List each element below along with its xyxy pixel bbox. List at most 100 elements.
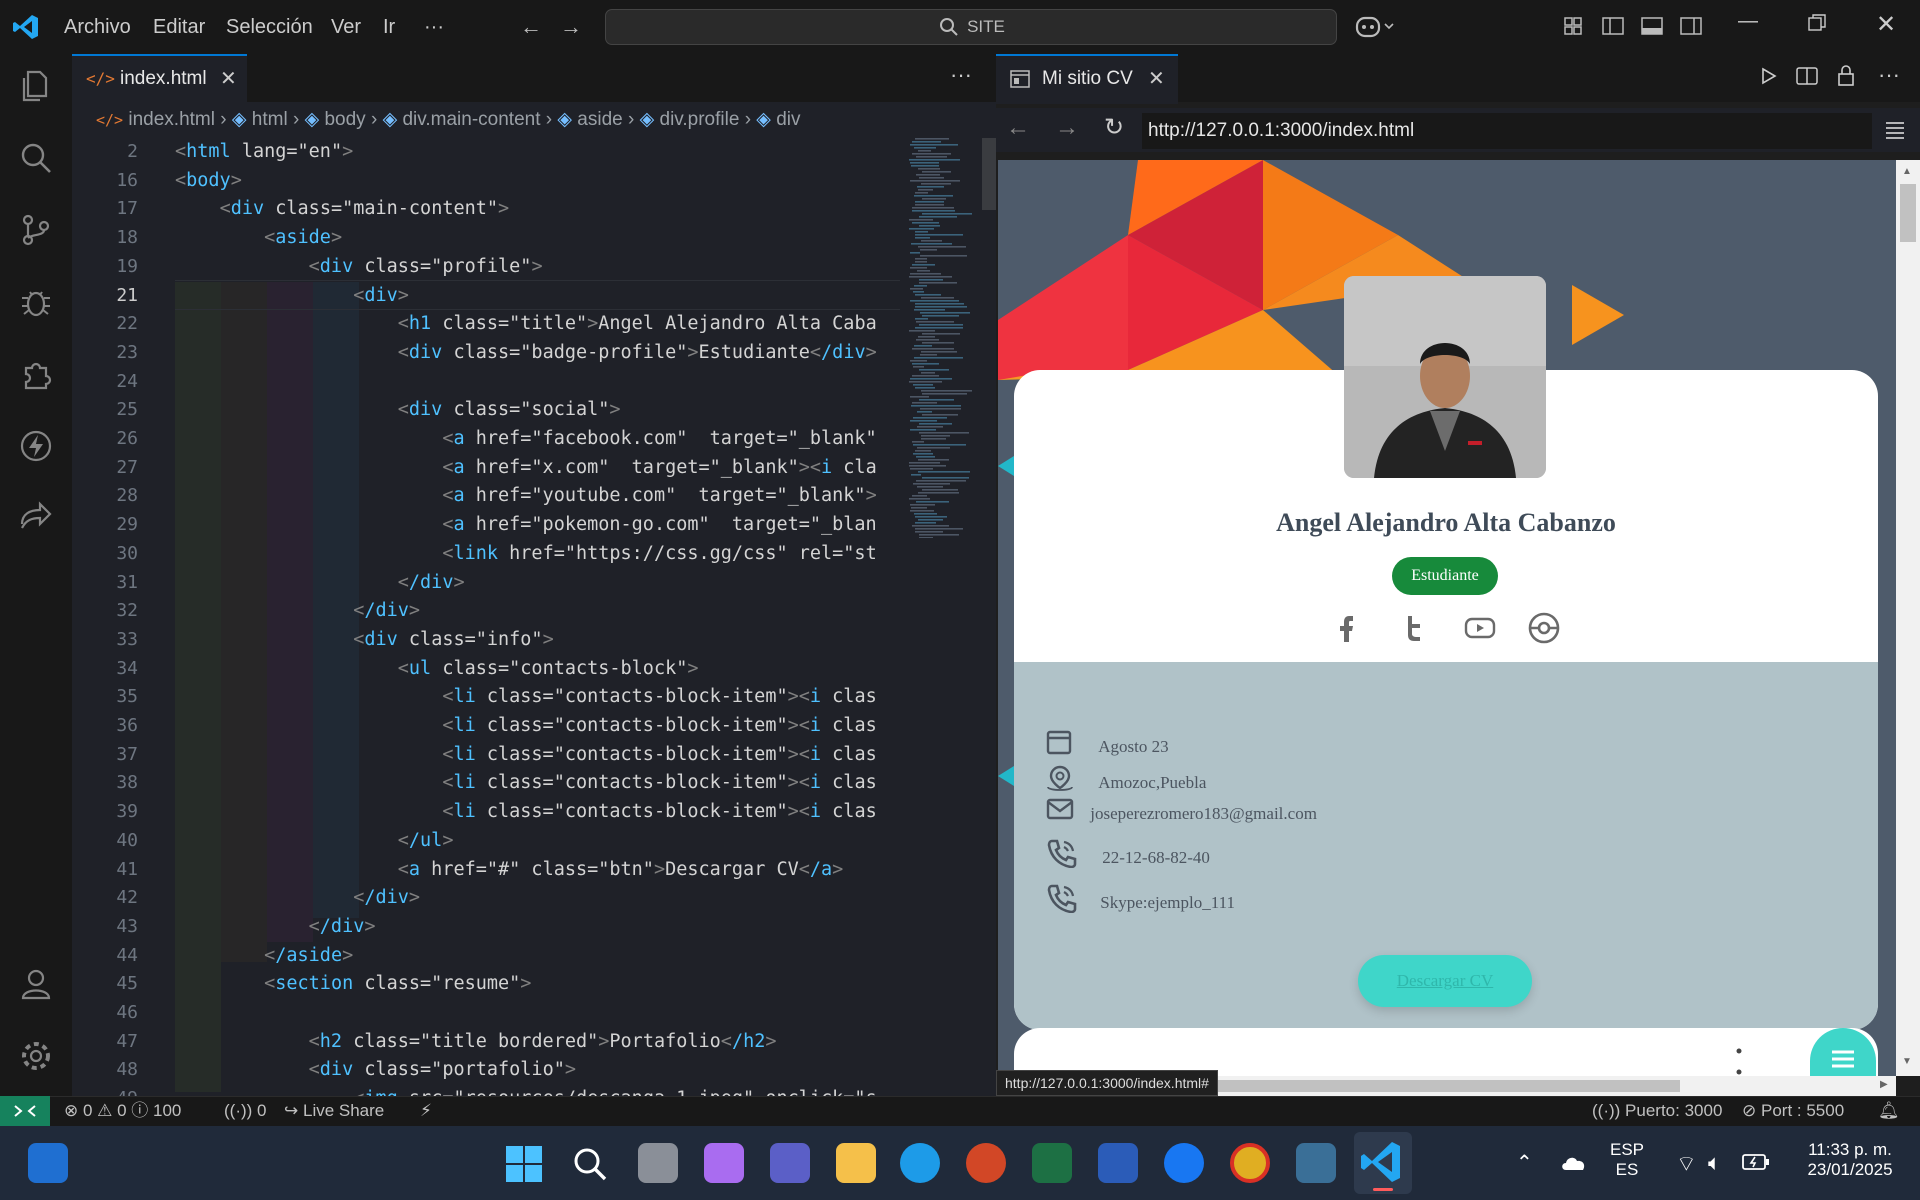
breadcrumb-item[interactable]: div xyxy=(776,109,800,130)
problems-indicator[interactable]: ⊗ 0 ⚠ 0 ⓘ 100 xyxy=(64,1096,181,1126)
toggle-primary-sidebar-icon[interactable] xyxy=(1602,16,1624,36)
menu-ver[interactable]: Ver xyxy=(331,0,361,54)
code-line[interactable]: <div class="social"> xyxy=(175,396,900,425)
search-taskbar-icon[interactable] xyxy=(572,1146,608,1182)
menu-fab-button[interactable] xyxy=(1810,1028,1876,1076)
code-line[interactable]: </div> xyxy=(175,913,900,942)
pokemon-icon[interactable] xyxy=(1528,612,1560,644)
code-line[interactable]: <li class="contacts-block-item"><i clas xyxy=(175,741,900,770)
close-tab-icon[interactable]: ✕ xyxy=(220,66,237,91)
download-cv-button[interactable]: Descargar CV xyxy=(1358,955,1532,1007)
onedrive-icon[interactable] xyxy=(1560,1152,1588,1172)
file-explorer-icon[interactable] xyxy=(836,1143,876,1183)
puerto-indicator[interactable]: ((·)) Puerto: 3000 xyxy=(1592,1096,1722,1126)
run-icon[interactable] xyxy=(1758,66,1778,86)
file-app-icon[interactable] xyxy=(28,1143,68,1183)
code-line[interactable]: <a href="x.com" target="_blank"><i cla xyxy=(175,454,900,483)
breadcrumb-item[interactable]: aside xyxy=(577,109,622,130)
reload-icon[interactable]: ↻ xyxy=(1104,113,1124,142)
code-line[interactable]: <aside> xyxy=(175,224,900,253)
code-line[interactable]: <html lang="en"> xyxy=(175,138,900,167)
edge-icon[interactable] xyxy=(900,1143,940,1183)
chrome-icon[interactable] xyxy=(1230,1143,1270,1183)
tab-index-html[interactable]: </> index.html ✕ xyxy=(72,54,247,104)
source-control-icon[interactable] xyxy=(18,212,54,248)
copilot-app-icon[interactable] xyxy=(704,1143,744,1183)
code-line[interactable]: <div class="portafolio"> xyxy=(175,1056,900,1085)
code-line[interactable]: <li class="contacts-block-item"><i clas xyxy=(175,712,900,741)
forward-arrow-icon[interactable]: → xyxy=(560,14,582,40)
code-line[interactable]: </aside> xyxy=(175,942,900,971)
settings-gear-icon[interactable] xyxy=(18,1038,54,1074)
facebook-icon[interactable] xyxy=(1334,612,1358,642)
close-tab-icon[interactable]: ✕ xyxy=(1148,66,1165,91)
live-share-activity-icon[interactable] xyxy=(18,500,54,536)
run-debug-icon[interactable] xyxy=(18,284,54,320)
start-icon[interactable] xyxy=(506,1146,542,1182)
code-line[interactable]: <a href="youtube.com" target="_blank"> xyxy=(175,482,900,511)
teams-icon[interactable] xyxy=(770,1143,810,1183)
thunder-client-icon[interactable] xyxy=(18,428,54,464)
menu-ir[interactable]: Ir xyxy=(383,0,395,54)
split-editor-icon[interactable] xyxy=(1796,66,1818,86)
code-line[interactable]: <div class="main-content"> xyxy=(175,195,900,224)
code-line[interactable]: </ul> xyxy=(175,827,900,856)
thunder-status-icon[interactable]: ⚡ xyxy=(420,1096,432,1126)
code-line[interactable]: <div class="badge-profile">Estudiante</d… xyxy=(175,339,900,368)
accounts-icon[interactable] xyxy=(18,966,54,1002)
command-search[interactable]: SITE xyxy=(605,9,1337,45)
code-line[interactable]: <h2 class="title bordered">Portafolio</h… xyxy=(175,1028,900,1057)
breadcrumb-item[interactable]: div.profile xyxy=(660,109,740,130)
youtube-icon[interactable] xyxy=(1464,616,1496,640)
code-line[interactable]: <div class="profile"> xyxy=(175,253,900,282)
task-view-icon[interactable] xyxy=(638,1143,678,1183)
code-line[interactable]: <div class="info"> xyxy=(175,626,900,655)
mysql-workbench-icon[interactable] xyxy=(1296,1143,1336,1183)
close-window-icon[interactable]: ✕ xyxy=(1876,10,1896,39)
lock-icon[interactable] xyxy=(1836,64,1856,86)
toggle-secondary-sidebar-icon[interactable] xyxy=(1680,16,1702,36)
twitter-icon[interactable] xyxy=(1402,614,1426,642)
back-arrow-icon[interactable]: ← xyxy=(520,14,542,40)
browser-forward-icon[interactable]: → xyxy=(1055,114,1079,142)
extensions-icon[interactable] xyxy=(18,356,54,392)
preview-more-actions-icon[interactable]: ··· xyxy=(1878,62,1900,88)
breadcrumb-item[interactable]: html xyxy=(252,109,288,130)
powerpoint-icon[interactable] xyxy=(966,1143,1006,1183)
volume-icon[interactable]: 🔈︎ xyxy=(1708,1150,1721,1176)
search-activity-icon[interactable] xyxy=(18,140,54,176)
page-scrollbar-vertical[interactable]: ▲ ▼ xyxy=(1896,160,1920,1076)
url-field[interactable]: http://127.0.0.1:3000/index.html xyxy=(1142,113,1872,149)
breadcrumb-item[interactable]: index.html xyxy=(128,109,215,130)
code-line[interactable] xyxy=(175,368,900,397)
editor-scrollbar[interactable] xyxy=(982,138,996,210)
browser-back-icon[interactable]: ← xyxy=(1006,114,1030,142)
language-indicator[interactable]: ESP ES xyxy=(1610,1140,1644,1180)
breadcrumb-item[interactable]: div.main-content xyxy=(402,109,540,130)
code-line[interactable] xyxy=(175,999,900,1028)
live-share-button[interactable]: ↪ Live Share xyxy=(284,1096,384,1126)
code-line[interactable]: <a href="facebook.com" target="_blank" xyxy=(175,425,900,454)
tab-mi-sitio-cv[interactable]: Mi sitio CV ✕ xyxy=(996,54,1178,104)
vscode-taskbar-active[interactable] xyxy=(1354,1132,1412,1194)
code-line[interactable]: <ul class="contacts-block"> xyxy=(175,655,900,684)
remote-indicator-icon[interactable] xyxy=(0,1096,50,1127)
code-line[interactable]: <section class="resume"> xyxy=(175,970,900,999)
wifi-icon[interactable]: ⌔ xyxy=(1676,1150,1697,1178)
battery-icon[interactable] xyxy=(1742,1153,1770,1171)
notifications-bell-icon[interactable]: 🔔︎ xyxy=(1878,1096,1900,1126)
toggle-panel-icon[interactable] xyxy=(1641,16,1663,36)
code-line[interactable]: <body> xyxy=(175,167,900,196)
editor-more-actions-icon[interactable]: ··· xyxy=(950,62,972,88)
code-line[interactable]: </div> xyxy=(175,597,900,626)
menu-editar[interactable]: Editar xyxy=(153,0,205,54)
facebook-app-icon[interactable] xyxy=(1164,1143,1204,1183)
explorer-icon[interactable] xyxy=(18,68,54,104)
code-line[interactable]: </div> xyxy=(175,884,900,913)
copilot-icon[interactable] xyxy=(1355,14,1395,40)
excel-icon[interactable] xyxy=(1032,1143,1072,1183)
word-icon[interactable] xyxy=(1098,1143,1138,1183)
breadcrumb-item[interactable]: body xyxy=(324,109,365,130)
code-line[interactable]: <li class="contacts-block-item"><i clas xyxy=(175,798,900,827)
code-line[interactable]: <a href="pokemon-go.com" target="_blan xyxy=(175,511,900,540)
